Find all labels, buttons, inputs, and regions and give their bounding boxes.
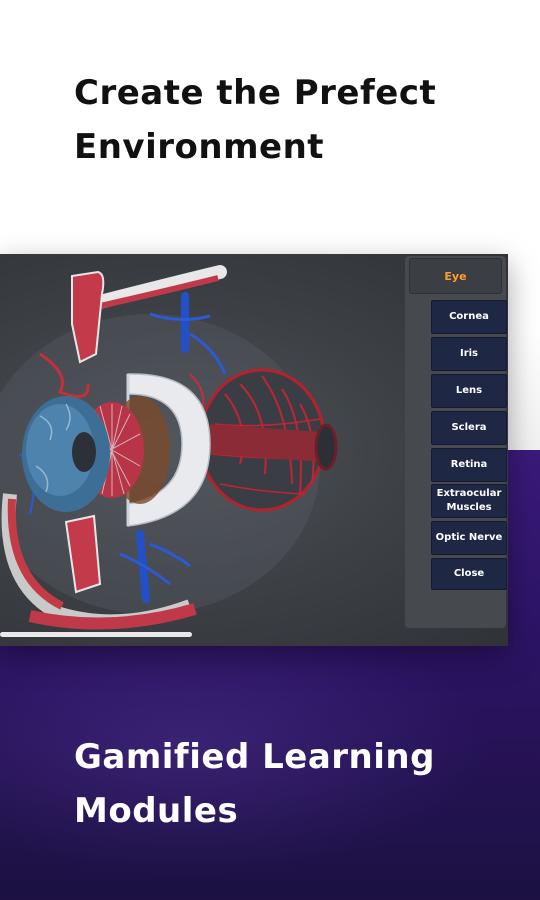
sclera-button[interactable]: Sclera <box>431 411 507 445</box>
anatomy-3d-viewer[interactable]: Eye Cornea Iris Lens Sclera Retina Extra… <box>0 254 508 646</box>
panel-title-eye: Eye <box>409 258 502 294</box>
iris-button[interactable]: Iris <box>431 337 507 371</box>
eye-parts-panel: Eye Cornea Iris Lens Sclera Retina Extra… <box>405 256 507 628</box>
headline-create-environment: Create the Prefect Environment <box>74 73 437 167</box>
extraocular-muscles-button[interactable]: Extraocular Muscles <box>431 484 507 518</box>
retina-button[interactable]: Retina <box>431 448 507 482</box>
close-button[interactable]: Close <box>431 558 507 590</box>
optic-nerve-button[interactable]: Optic Nerve <box>431 521 507 555</box>
headline-gamified-learning: Gamified Learning Modules <box>74 737 435 831</box>
cornea-button[interactable]: Cornea <box>431 300 507 334</box>
timeline-progress-bar[interactable] <box>0 632 192 637</box>
lens-button[interactable]: Lens <box>431 374 507 408</box>
